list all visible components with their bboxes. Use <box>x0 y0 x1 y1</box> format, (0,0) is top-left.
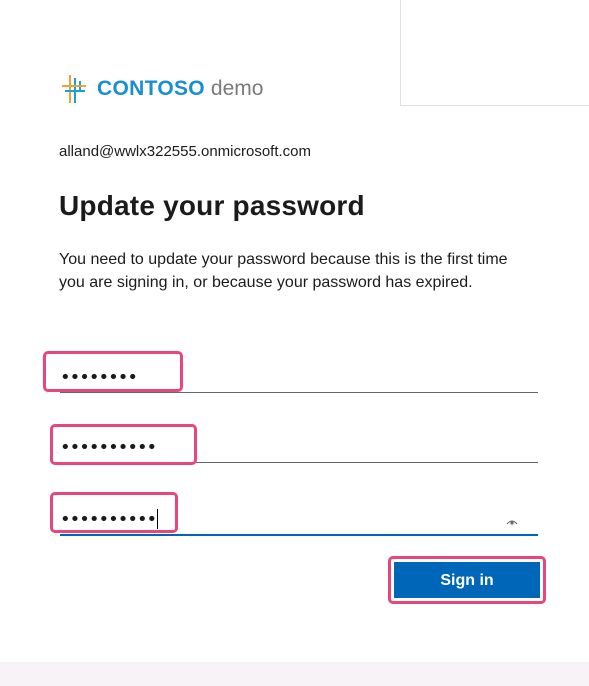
new-password-highlight <box>50 424 197 465</box>
current-password-highlight <box>43 351 183 392</box>
confirm-password-highlight <box>50 492 178 533</box>
update-password-description: You need to update your password because… <box>59 251 508 291</box>
contoso-logo: CONTOSO demo <box>60 74 263 104</box>
footer-band <box>0 662 589 686</box>
signin-page: CONTOSO demo alland@wwlx322555.onmicroso… <box>0 0 589 686</box>
logo-suffix-text: demo <box>210 77 264 100</box>
signin-button[interactable]: Sign in <box>394 562 540 598</box>
background-panel <box>400 0 589 106</box>
contoso-logo-icon <box>60 75 88 103</box>
account-email: alland@wwlx322555.onmicrosoft.com <box>59 143 312 160</box>
logo-brand-text: CONTOSO <box>97 77 205 100</box>
page-title: Update your password <box>59 190 365 221</box>
eye-icon[interactable] <box>506 518 518 526</box>
